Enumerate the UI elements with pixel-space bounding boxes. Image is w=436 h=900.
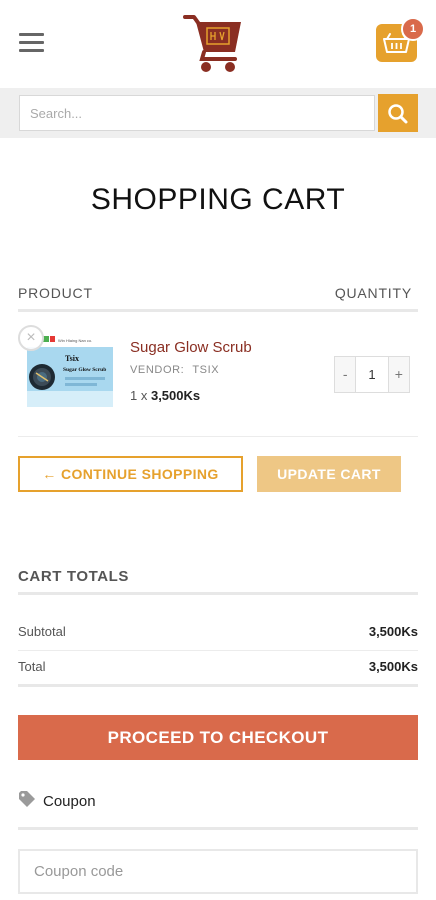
product-name-link[interactable]: Sugar Glow Scrub — [130, 339, 252, 356]
total-divider — [18, 684, 418, 687]
cart-count-badge: 1 — [401, 17, 425, 41]
total-label: Total — [18, 659, 46, 674]
cart-totals-heading: CART TOTALS — [18, 568, 130, 585]
subtotal-label: Subtotal — [18, 624, 66, 639]
column-header-product: PRODUCT — [18, 285, 93, 301]
column-header-quantity: QUANTITY — [334, 285, 412, 301]
shopping-cart-logo[interactable] — [182, 12, 244, 74]
vendor-name: TSIX — [192, 364, 220, 376]
quantity-decrease-button[interactable]: - — [335, 357, 356, 392]
table-header-divider — [18, 309, 418, 312]
subtotal-value: 3,500Ks — [368, 624, 418, 639]
product-image-text-brand: Tsix — [65, 354, 79, 363]
coupon-code-input[interactable] — [18, 849, 418, 894]
page-title: SHOPPING CART — [90, 183, 346, 216]
svg-text:Win Hlaing Nan co.: Win Hlaing Nan co. — [58, 338, 92, 343]
vendor-label: VENDOR: — [130, 364, 185, 376]
subtotal-divider — [18, 650, 418, 651]
tag-icon — [19, 791, 35, 807]
item-unit-price: 3,500Ks — [150, 388, 201, 403]
search-button[interactable] — [378, 94, 418, 132]
product-image-text-name: Sugar Glow Scrub — [63, 367, 106, 373]
item-qty-prefix: 1 x — [130, 388, 148, 403]
coupon-divider — [18, 827, 418, 830]
quantity-stepper: - 1 + — [334, 356, 410, 393]
search-icon — [388, 104, 408, 124]
cart-totals-divider — [18, 592, 418, 595]
total-value: 3,500Ks — [368, 659, 418, 674]
continue-shopping-button[interactable]: ← CONTINUE SHOPPING — [18, 456, 243, 492]
quantity-increase-button[interactable]: + — [388, 357, 410, 392]
hamburger-menu-icon[interactable] — [19, 33, 44, 53]
item-price: 1 x 3,500Ks — [130, 388, 200, 403]
quantity-input[interactable]: 1 — [355, 357, 389, 392]
cart-item-divider — [18, 436, 418, 437]
search-input[interactable] — [19, 95, 375, 131]
proceed-to-checkout-button[interactable]: PROCEED TO CHECKOUT — [18, 715, 418, 760]
remove-item-button[interactable]: × — [18, 325, 44, 351]
site-header: 1 — [0, 0, 436, 88]
update-cart-button[interactable]: UPDATE CART — [257, 456, 401, 492]
vendor-info: VENDOR: TSIX — [130, 364, 219, 376]
coupon-label[interactable]: Coupon — [43, 793, 96, 810]
